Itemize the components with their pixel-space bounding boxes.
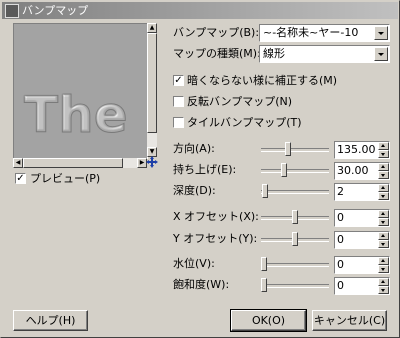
spin-up-arrow-icon[interactable] xyxy=(378,232,389,240)
depth-slider[interactable] xyxy=(261,190,329,194)
y-offset-value[interactable]: 0 xyxy=(337,233,344,247)
move-cross-icon[interactable] xyxy=(146,156,158,168)
spin-down-arrow-icon[interactable] xyxy=(378,192,389,200)
spin-down-arrow-icon[interactable] xyxy=(378,240,389,248)
depth-spinbox[interactable]: 2 xyxy=(334,183,390,201)
invert-bumpmap-checkbox[interactable] xyxy=(173,96,184,107)
preview-image: The xyxy=(14,24,147,158)
help-button[interactable]: ヘルプ(H) xyxy=(13,310,88,331)
bump-map-label: バンプマップ(B): xyxy=(173,26,260,39)
spin-up-arrow-icon[interactable] xyxy=(378,257,389,265)
y-offset-label: Y オフセット(Y): xyxy=(173,232,258,245)
vertical-scroll-thumb[interactable] xyxy=(147,33,157,133)
saturation-spinbox[interactable]: 0 xyxy=(334,277,390,295)
saturation-label: 飽和度(W): xyxy=(173,278,230,291)
bump-map-dialog: バンプマップ The ▲ ▼ ◀ ▶ ✓ プレビュー(P) バンプマップ(B):… xyxy=(0,0,400,338)
spin-down-arrow-icon[interactable] xyxy=(378,150,389,158)
app-icon xyxy=(5,4,19,18)
chevron-down-icon[interactable] xyxy=(374,26,388,40)
preview-checkbox[interactable]: ✓ xyxy=(15,173,26,184)
elevation-label: 持ち上げ(E): xyxy=(173,163,237,176)
horizontal-scroll-thumb[interactable] xyxy=(23,158,123,168)
compensate-darkening-label: 暗くならない様に補正する(M) xyxy=(187,74,338,87)
depth-value[interactable]: 2 xyxy=(337,185,344,199)
window-title: バンプマップ xyxy=(22,4,89,17)
preview-vertical-scrollbar[interactable]: ▲ ▼ xyxy=(147,23,157,157)
chevron-down-icon[interactable] xyxy=(374,47,388,61)
preview-text: The xyxy=(24,86,128,144)
x-offset-value[interactable]: 0 xyxy=(337,211,344,225)
x-offset-label: X オフセット(X): xyxy=(173,210,259,223)
title-bar[interactable]: バンプマップ xyxy=(2,2,398,19)
water-level-slider[interactable] xyxy=(261,263,329,267)
direction-value[interactable]: 135.00 xyxy=(337,143,376,157)
depth-label: 深度(D): xyxy=(173,184,216,197)
spin-up-arrow-icon[interactable] xyxy=(378,184,389,192)
direction-spinbox[interactable]: 135.00 xyxy=(334,141,390,159)
water-level-label: 水位(V): xyxy=(173,257,215,270)
map-type-select[interactable]: 線形 xyxy=(259,45,390,63)
spin-up-arrow-icon[interactable] xyxy=(378,278,389,286)
scroll-up-arrow-icon[interactable]: ▲ xyxy=(147,23,157,33)
x-offset-spinbox[interactable]: 0 xyxy=(334,209,390,227)
direction-slider-handle[interactable] xyxy=(285,142,291,156)
scroll-left-arrow-icon[interactable]: ◀ xyxy=(13,158,23,168)
cancel-button[interactable]: キャンセル(C) xyxy=(312,310,387,331)
spin-down-arrow-icon[interactable] xyxy=(378,171,389,179)
water-level-spinbox[interactable]: 0 xyxy=(334,256,390,274)
y-offset-spinbox[interactable]: 0 xyxy=(334,231,390,249)
saturation-slider[interactable] xyxy=(261,284,329,288)
bump-map-select[interactable]: ~-名称未~ヤー-10 xyxy=(259,24,390,42)
depth-slider-handle[interactable] xyxy=(262,184,268,198)
saturation-value[interactable]: 0 xyxy=(337,279,344,293)
spin-down-arrow-icon[interactable] xyxy=(378,218,389,226)
map-type-label: マップの種類(M): xyxy=(173,47,261,60)
water-level-value[interactable]: 0 xyxy=(337,258,344,272)
direction-label: 方向(A): xyxy=(173,142,215,155)
y-offset-slider-handle[interactable] xyxy=(292,232,298,246)
tile-bumpmap-checkbox[interactable] xyxy=(173,117,184,128)
compensate-darkening-checkbox[interactable]: ✓ xyxy=(173,75,184,86)
elevation-slider-handle[interactable] xyxy=(281,163,287,177)
spin-up-arrow-icon[interactable] xyxy=(378,163,389,171)
spin-down-arrow-icon[interactable] xyxy=(378,286,389,294)
water-level-slider-handle[interactable] xyxy=(261,257,267,271)
preview-checkbox-label: プレビュー(P) xyxy=(30,172,101,185)
saturation-slider-handle[interactable] xyxy=(261,278,267,292)
spin-up-arrow-icon[interactable] xyxy=(378,142,389,150)
invert-bumpmap-label: 反転バンプマップ(N) xyxy=(187,95,293,108)
elevation-spinbox[interactable]: 30.00 xyxy=(334,162,390,180)
map-type-value: 線形 xyxy=(263,47,285,60)
spin-down-arrow-icon[interactable] xyxy=(378,265,389,273)
direction-slider[interactable] xyxy=(261,148,329,152)
x-offset-slider-handle[interactable] xyxy=(292,210,298,224)
spin-up-arrow-icon[interactable] xyxy=(378,210,389,218)
tile-bumpmap-label: タイルバンプマップ(T) xyxy=(187,116,302,129)
elevation-slider[interactable] xyxy=(261,169,329,173)
preview-area[interactable]: The xyxy=(13,23,148,159)
bump-map-value: ~-名称未~ヤー-10 xyxy=(263,26,359,39)
elevation-value[interactable]: 30.00 xyxy=(337,164,369,178)
preview-horizontal-scrollbar[interactable]: ◀ ▶ xyxy=(13,158,147,168)
ok-button[interactable]: OK(O) xyxy=(230,309,307,332)
